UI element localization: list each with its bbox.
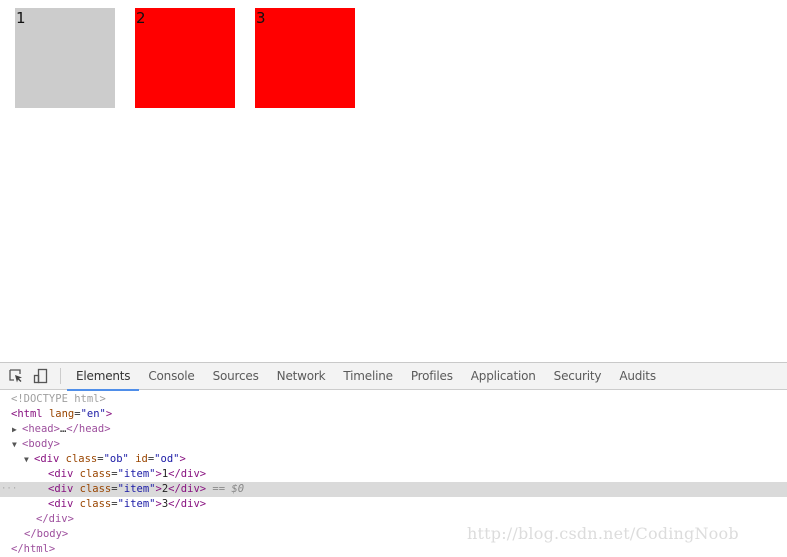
attr-value: "item" [117,468,156,480]
tag-name: <div [48,498,74,510]
tab-application[interactable]: Application [462,363,545,390]
dom-node-body[interactable]: ▼ <body> [0,437,787,452]
collapse-triangle-icon[interactable]: ▼ [24,452,34,467]
tag-end: > [179,453,186,465]
item-box-2: 2 [135,8,235,108]
devtools-toolbar: Elements Console Sources Network Timelin… [0,363,787,391]
attr-value: "ob" [103,453,129,465]
tag-close: </html> [11,543,56,555]
attr-name: class [79,498,112,510]
device-toolbar-icon[interactable] [30,365,52,387]
dom-node-html[interactable]: <html lang="en"> [0,407,787,422]
tab-sources[interactable]: Sources [204,363,268,390]
item-box-1: 1 [15,8,115,108]
tag-close: </div> [168,483,207,495]
element-picker-icon[interactable] [5,365,27,387]
watermark: http://blog.csdn.net/CodingNoob [467,524,739,543]
console-ref-marker: == $0 [212,483,245,495]
doctype-text: <!DOCTYPE html> [11,393,106,405]
attr-name: lang [48,408,75,420]
tag-end: > [105,408,113,420]
item-box-3: 3 [255,8,355,108]
tab-network[interactable]: Network [268,363,335,390]
tab-elements[interactable]: Elements [67,363,140,391]
tag-name: <head> [22,423,60,435]
more-actions-icon[interactable]: ··· [1,482,17,497]
tag-close: </body> [24,528,69,540]
tag-name: <div [34,453,60,465]
toolbar-divider [60,368,61,384]
tab-timeline[interactable]: Timeline [334,363,401,390]
tag-name: <div [48,468,74,480]
tab-console[interactable]: Console [139,363,203,390]
dom-node-doctype[interactable]: <!DOCTYPE html> [0,392,787,407]
attr-name: id [135,453,148,465]
attr-value: "item" [117,498,156,510]
tag-name: <body> [22,438,60,450]
devtools-tabs: Elements Console Sources Network Timelin… [67,363,665,391]
tab-profiles[interactable]: Profiles [402,363,462,390]
attr-name: class [65,453,98,465]
dom-node-head[interactable]: ▶ <head>…</head> [0,422,787,437]
attr-value: "od" [154,453,180,465]
attr-name: class [79,468,112,480]
collapse-triangle-icon[interactable]: ▼ [12,437,22,452]
attr-name: class [79,483,112,495]
tag-close: </head> [66,423,111,435]
dom-node-div-ob[interactable]: ▼ <div class="ob" id="od"> [0,452,787,467]
tab-security[interactable]: Security [545,363,611,390]
tag-name: <html [11,408,43,420]
tag-close: </div> [36,513,74,525]
tag-close: </div> [168,498,207,510]
tag-close: </div> [168,468,207,480]
expand-triangle-icon[interactable]: ▶ [12,422,22,437]
attr-value: "item" [117,483,156,495]
tag-name: <div [48,483,74,495]
dom-node-item-1[interactable]: <div class="item">1</div> [0,467,787,482]
attr-value: "en" [80,408,106,420]
dom-node-item-2-selected[interactable]: ··· <div class="item">2</div> == $0 [0,482,787,497]
tab-audits[interactable]: Audits [610,363,665,390]
dom-node-item-3[interactable]: <div class="item">3</div> [0,497,787,512]
page-viewport: 1 2 3 [0,0,787,362]
